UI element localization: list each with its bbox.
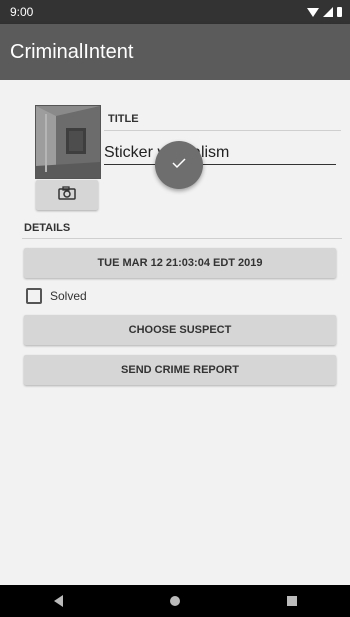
choose-suspect-button[interactable]: CHOOSE SUSPECT — [24, 315, 336, 345]
fab-button[interactable] — [155, 141, 203, 189]
battery-icon — [337, 7, 342, 17]
status-time: 9:00 — [10, 5, 34, 19]
crime-title-field[interactable] — [104, 142, 336, 165]
phone-screen: 9:00 CriminalIntent TITLE Sticker vandal… — [0, 0, 350, 617]
wifi-icon — [307, 7, 319, 17]
app-title: CriminalIntent — [10, 40, 134, 63]
solved-row[interactable]: Solved — [26, 288, 87, 304]
app-bar: CriminalIntent — [0, 24, 350, 80]
recents-icon[interactable] — [286, 596, 297, 606]
crime-detail: TITLE DETAILS TUE MAR 12 21:03:04 EDT 20… — [0, 80, 350, 585]
crime-date-button[interactable]: TUE MAR 12 21:03:04 EDT 2019 — [24, 248, 336, 278]
crime-photo — [35, 105, 101, 179]
navigation-bar — [0, 585, 350, 617]
details-label: DETAILS — [24, 222, 71, 234]
check-icon — [171, 156, 187, 174]
solved-checkbox[interactable] — [26, 288, 42, 304]
status-icons — [307, 7, 342, 17]
status-bar: 9:00 — [0, 0, 350, 24]
title-divider — [104, 130, 341, 131]
send-report-button[interactable]: SEND CRIME REPORT — [24, 355, 336, 385]
home-icon[interactable] — [169, 596, 180, 606]
signal-icon — [323, 7, 333, 17]
details-divider — [22, 238, 342, 239]
back-icon[interactable] — [53, 595, 63, 607]
camera-button[interactable] — [36, 180, 98, 210]
solved-label: Solved — [50, 289, 87, 303]
title-label: TITLE — [108, 113, 139, 125]
camera-icon — [58, 185, 76, 205]
